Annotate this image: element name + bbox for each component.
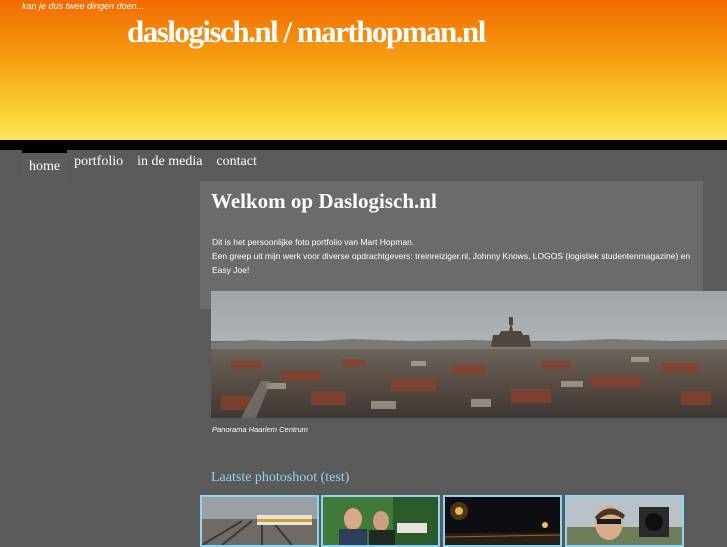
thumbnail-night-photo[interactable] [443,495,562,547]
intro-line: Dit is het persoonlijke foto portfolio v… [212,237,415,247]
thumbnail-event-photo[interactable] [321,495,440,547]
site-title[interactable]: daslogisch.nl / marthopman.nl [127,14,486,50]
header-divider [0,140,727,150]
thumbnail-portrait-photo[interactable] [565,495,684,547]
panorama-photo[interactable] [211,291,727,418]
intro-line: Een greep uit mijn werk voor diverse opd… [212,251,691,275]
site-header: kan je dus twee dingen doen... daslogisc… [0,0,727,140]
nav-item-contact[interactable]: contact [209,150,263,176]
site-tagline: kan je dus twee dingen doen... [22,1,145,11]
photoshoot-gallery [200,495,727,547]
nav-item-in-de-media[interactable]: in de media [130,150,209,176]
page-title: Welkom op Daslogisch.nl [211,189,437,213]
main-nav: home portfolio in de media contact [22,150,264,181]
intro-text: Dit is het persoonlijke foto portfolio v… [212,235,696,277]
nav-item-portfolio[interactable]: portfolio [67,150,130,176]
nav-item-home[interactable]: home [22,150,68,181]
thumbnail-railway-photo[interactable] [200,495,319,547]
panorama-caption: Panorama Haarlem Centrum [212,425,308,434]
photoshoot-heading: Laatste photoshoot (test) [211,470,350,485]
